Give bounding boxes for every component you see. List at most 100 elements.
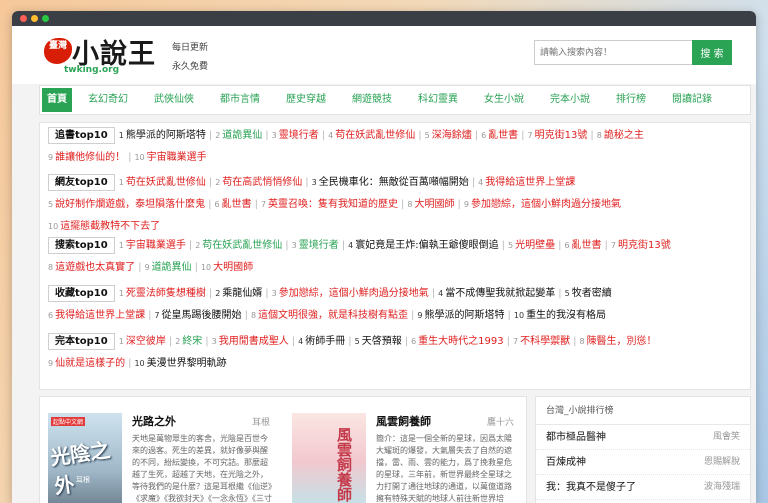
rank-book-link[interactable]: 術師手冊 xyxy=(305,336,345,347)
rank-book-link[interactable]: 苟在高武悄悄修仙 xyxy=(222,177,302,188)
rank-book-link[interactable]: 我得給這世界上堂課 xyxy=(55,310,145,321)
nav-scifi[interactable]: 科幻靈異 xyxy=(414,88,462,112)
rank-book-link[interactable]: 英靈召喚：隻有我知道的歷史 xyxy=(268,199,398,210)
book-cover[interactable]: 起點中文網 光陰之外 耳根 xyxy=(48,413,122,503)
rank-title: 追書top10 xyxy=(48,127,115,144)
nav-rankings[interactable]: 排行榜 xyxy=(612,88,650,112)
rank-book-link[interactable]: 明克街13號 xyxy=(535,130,588,141)
rank-book-link[interactable]: 這遊戲也太真實了 xyxy=(55,262,135,273)
rank-book-link[interactable]: 美漫世界黎明軌跡 xyxy=(147,358,227,369)
rank-book-link[interactable]: 亂世書 xyxy=(572,240,602,251)
rank-book-link[interactable]: 光明壁壘 xyxy=(515,240,555,251)
book-card[interactable]: 風雲飼養師 風雲飼養師 鷹十六 簡介：這是一個全新的星球，因爲太陽大耀斑的爆發，… xyxy=(284,405,524,503)
book-author[interactable]: 鷹十六 xyxy=(487,415,514,428)
search-button[interactable]: 搜 索 xyxy=(692,40,732,65)
rank-book-link[interactable]: 明克街13號 xyxy=(618,240,671,251)
rank-book-link[interactable]: 苟在妖武亂世修仙 xyxy=(335,130,415,141)
sidebar-book-name[interactable]: 我：我真不是傻子了 xyxy=(546,475,636,499)
sidebar-row[interactable]: 我：我真不是傻子了 波海殘瑞 xyxy=(536,475,750,500)
sidebar-row[interactable]: 百煉成神 恩賜解脫 xyxy=(536,450,750,475)
nav-wuxia[interactable]: 武俠仙俠 xyxy=(150,88,198,112)
rank-book-link[interactable]: 亂世書 xyxy=(488,130,518,141)
rank-book-link[interactable]: 熊學派的阿斯塔特 xyxy=(126,130,206,141)
close-window-icon[interactable] xyxy=(20,15,27,22)
rank-book-link[interactable]: 當不成傳聖我就掀起變革 xyxy=(445,288,555,299)
rank-book-link[interactable]: 熊學派的阿斯塔特 xyxy=(425,310,505,321)
rank-book-link[interactable]: 苟在妖武亂世修仙 xyxy=(202,240,282,251)
sidebar-book-name[interactable]: 都市極品醫神 xyxy=(546,425,606,449)
nav-reading-history[interactable]: 閱讀記錄 xyxy=(668,88,716,112)
rank-book-link[interactable]: 寰妃竟是王炸:偏執王爺傻眼倒追 xyxy=(355,240,498,251)
rank-book-link[interactable]: 深海餘燼 xyxy=(432,130,472,141)
rank-book-link[interactable]: 詭秘之主 xyxy=(604,130,644,141)
book-author[interactable]: 耳根 xyxy=(252,415,270,428)
rank-number: 6 xyxy=(48,311,54,320)
separator: | xyxy=(291,336,296,347)
rank-book-link[interactable]: 大明國師 xyxy=(415,199,455,210)
book-title[interactable]: 風雲飼養師 xyxy=(376,413,431,429)
rank-book-link[interactable]: 重生大時代之1993 xyxy=(418,336,503,347)
rank-number: 9 xyxy=(48,153,54,162)
rank-number: 9 xyxy=(48,359,54,368)
rank-book-link[interactable]: 宇宙職業選手 xyxy=(126,240,186,251)
rank-title: 網友top10 xyxy=(48,174,115,191)
rank-book-link[interactable]: 誰讓他修仙的！ xyxy=(55,152,125,163)
rank-book-link[interactable]: 宇宙職業選手 xyxy=(147,152,207,163)
rank-book-link[interactable]: 不科學禦獸 xyxy=(520,336,570,347)
separator: | xyxy=(573,336,577,347)
rank-book-link[interactable]: 這擺態截教特不下去了 xyxy=(60,221,160,232)
rank-book-link[interactable]: 道詭異仙 xyxy=(152,262,192,273)
rank-number: 1 xyxy=(118,131,124,140)
rank-book-link[interactable]: 苟在妖武亂世修仙 xyxy=(126,177,206,188)
rank-book-link[interactable]: 全民機車化：無敵從百萬噸幅開始 xyxy=(319,177,469,188)
rank-line: 追書top10 1 熊學派的阿斯塔特 | 2 道詭異仙 | 3 靈境行者 | 4 苟在妖武亂世修仙 | 5… xyxy=(48,127,644,144)
nav-home[interactable]: 首頁 xyxy=(42,88,72,112)
rank-book-link[interactable]: 說好制作爛遊戲，泰坦隕落什麼鬼 xyxy=(55,199,205,210)
site-logo[interactable]: 臺灣 小說王 twking.org xyxy=(44,36,164,80)
nav-history[interactable]: 歷史穿越 xyxy=(282,88,330,112)
rank-book-link[interactable]: 終宋 xyxy=(182,336,202,347)
minimize-window-icon[interactable] xyxy=(31,15,38,22)
rank-number: 9 xyxy=(417,311,423,320)
nav-urban[interactable]: 都市言情 xyxy=(216,88,264,112)
rank-book-link[interactable]: 我用閒書成聖人 xyxy=(219,336,289,347)
rank-title: 收藏top10 xyxy=(48,285,115,302)
rank-book-link[interactable]: 參加戀綜，這個小鮮肉過分接地氣 xyxy=(471,199,621,210)
rank-book-link[interactable]: 仙就是這樣子的 xyxy=(55,358,125,369)
rank-book-link[interactable]: 天啓預報 xyxy=(362,336,402,347)
separator: | xyxy=(205,336,209,347)
separator: | xyxy=(128,358,132,369)
rank-book-link[interactable]: 乘龍仙婿 xyxy=(222,288,262,299)
rank-book-link[interactable]: 我得給這世界上堂課 xyxy=(485,177,575,188)
maximize-window-icon[interactable] xyxy=(42,15,49,22)
separator: | xyxy=(305,177,309,188)
rank-number: 10 xyxy=(134,359,145,368)
rank-number: 3 xyxy=(271,131,277,140)
book-cover[interactable]: 風雲飼養師 xyxy=(292,413,366,503)
rank-book-link[interactable]: 靈境行者 xyxy=(299,240,339,251)
sidebar-row[interactable]: 都市極品醫神 風會笑 xyxy=(536,425,750,450)
separator: | xyxy=(590,130,594,141)
rank-book-link[interactable]: 深空彼岸 xyxy=(126,336,166,347)
book-card[interactable]: 起點中文網 光陰之外 耳根 光路之外 耳根 天地是萬物眾生的客舍，光陰是百世今來… xyxy=(40,405,280,503)
rank-book-link[interactable]: 參加戀綜，這個小鮮肉過分接地氣 xyxy=(279,288,429,299)
separator: | xyxy=(254,199,258,210)
nav-completed[interactable]: 完本小說 xyxy=(546,88,594,112)
nav-female[interactable]: 女生小說 xyxy=(480,88,528,112)
rank-book-link[interactable]: 從皇馬踢後腰開始 xyxy=(162,310,242,321)
rank-book-link[interactable]: 牧者密續 xyxy=(572,288,612,299)
rank-book-link[interactable]: 重生的我沒有格局 xyxy=(526,310,606,321)
rank-book-link[interactable]: 這個文明很強，就是科技樹有點歪 xyxy=(258,310,408,321)
nav-fantasy[interactable]: 玄幻奇幻 xyxy=(84,88,132,112)
nav-gaming[interactable]: 網遊競技 xyxy=(348,88,396,112)
rank-book-link[interactable]: 陳醫生，別慫！ xyxy=(587,336,657,347)
rank-book-link[interactable]: 靈境行者 xyxy=(279,130,319,141)
rank-book-link[interactable]: 死靈法師隻想種樹 xyxy=(126,288,206,299)
rank-book-link[interactable]: 大明國師 xyxy=(213,262,253,273)
rank-book-link[interactable]: 道詭異仙 xyxy=(222,130,262,141)
book-title[interactable]: 光路之外 xyxy=(132,413,176,429)
search-input[interactable] xyxy=(534,40,692,65)
rank-book-link[interactable]: 亂世書 xyxy=(222,199,252,210)
sidebar-book-name[interactable]: 百煉成神 xyxy=(546,450,586,474)
sidebar-book-author: 風會笑 xyxy=(712,432,740,442)
